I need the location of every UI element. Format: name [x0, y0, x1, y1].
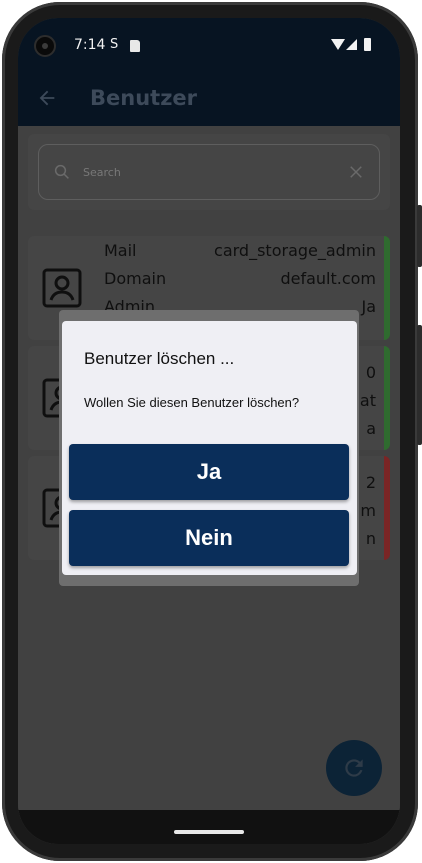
status-bar-indicator — [384, 236, 390, 340]
volume-button — [417, 325, 422, 445]
user-field-domain: Domain default.com — [104, 269, 376, 288]
status-bar: 7:14 S — [18, 18, 400, 74]
user-avatar-icon — [42, 268, 82, 308]
cancel-button[interactable]: Nein — [69, 510, 349, 566]
signal-icon — [346, 39, 357, 50]
status-bar-indicator — [384, 346, 390, 450]
sd-card-icon — [130, 40, 140, 52]
user-field-mail: Mail card_storage_admin — [104, 241, 376, 260]
refresh-button[interactable] — [326, 740, 382, 796]
confirm-button[interactable]: Ja — [69, 444, 349, 500]
search-icon — [54, 164, 69, 179]
arrow-left-icon[interactable] — [36, 87, 58, 109]
battery-icon — [364, 38, 371, 51]
power-button — [417, 205, 422, 267]
app-bar: Benutzer — [18, 74, 400, 126]
search-card — [28, 134, 390, 210]
dialog-message: Wollen Sie diesen Benutzer löschen? — [84, 395, 300, 410]
device: 7:14 S Benutzer Search Mail card_storage… — [0, 0, 422, 863]
screen: 7:14 S Benutzer Search Mail card_storage… — [18, 18, 400, 844]
search-box[interactable] — [38, 144, 380, 200]
navigation-bar — [18, 810, 400, 844]
delete-user-dialog: Benutzer löschen ... Wollen Sie diesen B… — [62, 321, 357, 575]
page-title: Benutzer — [90, 86, 198, 110]
home-handle[interactable] — [174, 830, 244, 834]
status-time: 7:14 — [74, 37, 106, 53]
refresh-icon — [345, 759, 363, 777]
wifi-icon — [331, 39, 345, 50]
s-icon: S — [110, 37, 119, 52]
status-bar-indicator — [384, 456, 390, 560]
camera-icon — [34, 35, 56, 57]
dialog-title: Benutzer löschen ... — [84, 349, 235, 368]
close-icon[interactable] — [347, 163, 365, 181]
search-input[interactable] — [83, 161, 333, 183]
